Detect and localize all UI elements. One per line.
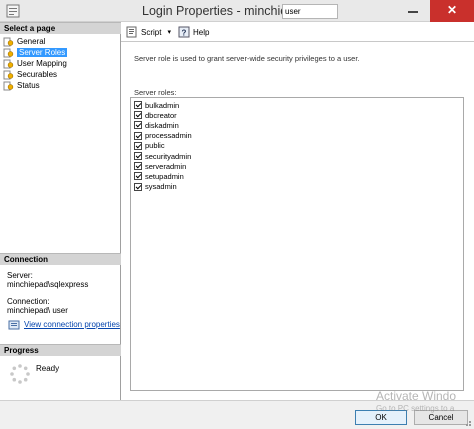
app-icon[interactable] [6, 4, 20, 18]
role-checkbox-public[interactable] [134, 141, 142, 150]
sidebar-item-general[interactable]: General [3, 36, 119, 47]
title-bar: Login Properties - minchiepad\ user ✕ [0, 0, 474, 22]
chevron-down-icon[interactable]: ▾ [167, 28, 171, 36]
connection-properties-icon [8, 320, 20, 330]
page-gear-icon [3, 81, 14, 91]
sidebar-item-securables[interactable]: Securables [3, 69, 119, 80]
sidebar-item-server-roles[interactable]: Server Roles [3, 47, 119, 58]
role-checkbox-processadmin[interactable] [134, 131, 142, 140]
connection-value: minchiepad\ user [7, 306, 68, 315]
sidebar-item-status[interactable]: Status [3, 80, 119, 91]
role-name: serveradmin [145, 161, 187, 171]
sidebar-item-label: General [17, 37, 46, 46]
server-role-description: Server role is used to grant server-wide… [134, 54, 360, 63]
role-name: diskadmin [145, 120, 179, 130]
page-gear-icon [3, 48, 14, 58]
server-roles-list: bulkadmin dbcreator diskadmin processadm… [130, 97, 464, 391]
page-gear-icon [3, 37, 14, 47]
sidebar-item-label: User Mapping [17, 59, 67, 68]
sidebar-item-user-mapping[interactable]: User Mapping [3, 58, 119, 69]
role-name: setupadmin [145, 171, 184, 181]
list-item: setupadmin [134, 171, 460, 181]
svg-text:?: ? [182, 29, 187, 38]
role-name: bulkadmin [145, 100, 180, 110]
list-item: serveradmin [134, 161, 460, 171]
main-panel: Server role is used to grant server-wide… [121, 43, 474, 400]
activation-watermark-subtext: Go to PC settings to a [376, 404, 455, 413]
progress-header: Progress [0, 344, 121, 356]
page-gear-icon [3, 70, 14, 80]
select-page-header: Select a page [0, 22, 121, 34]
progress-spinner-icon [9, 363, 31, 385]
connection-header: Connection [0, 253, 121, 265]
close-icon: ✕ [447, 3, 458, 17]
role-checkbox-diskadmin[interactable] [134, 121, 142, 130]
page-list: General Server Roles User Mapping Secura… [3, 36, 119, 91]
sidebar-item-label: Server Roles [17, 48, 68, 57]
role-checkbox-bulkadmin[interactable] [134, 101, 142, 110]
activation-watermark: Activate Windo [376, 389, 457, 403]
minimize-button[interactable] [400, 0, 426, 22]
resize-grip-icon[interactable] [462, 417, 472, 427]
role-checkbox-serveradmin[interactable] [134, 162, 142, 171]
list-item: dbcreator [134, 110, 460, 120]
sidebar-item-label: Status [17, 81, 40, 90]
list-item: diskadmin [134, 120, 460, 130]
list-item: securityadmin [134, 151, 460, 161]
list-item: bulkadmin [134, 100, 460, 110]
script-label: Script [141, 27, 162, 37]
help-label: Help [193, 27, 210, 37]
help-icon: ? [178, 26, 190, 38]
help-button[interactable]: ? Help [178, 26, 209, 38]
script-button[interactable]: Script ▾ [126, 26, 171, 38]
role-checkbox-dbcreator[interactable] [134, 111, 142, 120]
title-user-field: user [282, 4, 338, 19]
role-checkbox-sysadmin[interactable] [134, 182, 142, 191]
list-item: public [134, 141, 460, 151]
role-name: processadmin [145, 131, 192, 141]
role-name: public [145, 141, 165, 151]
sidebar: Select a page General Server Roles User … [0, 22, 121, 400]
script-icon [126, 26, 137, 38]
list-item: processadmin [134, 131, 460, 141]
role-checkbox-securityadmin[interactable] [134, 152, 142, 161]
progress-status: Ready [36, 364, 60, 373]
sidebar-item-label: Securables [17, 70, 58, 79]
role-name: sysadmin [145, 182, 177, 192]
server-roles-label: Server roles: [134, 88, 177, 97]
close-button[interactable]: ✕ [430, 0, 474, 22]
toolbar: Script ▾ ? Help [121, 22, 474, 42]
role-name: securityadmin [145, 151, 192, 161]
view-connection-properties-link[interactable]: View connection properties [24, 320, 120, 329]
list-item: sysadmin [134, 182, 460, 192]
server-value: minchiepad\sqlexpress [7, 280, 89, 289]
page-gear-icon [3, 59, 14, 69]
role-name: dbcreator [145, 110, 177, 120]
role-checkbox-setupadmin[interactable] [134, 172, 142, 181]
